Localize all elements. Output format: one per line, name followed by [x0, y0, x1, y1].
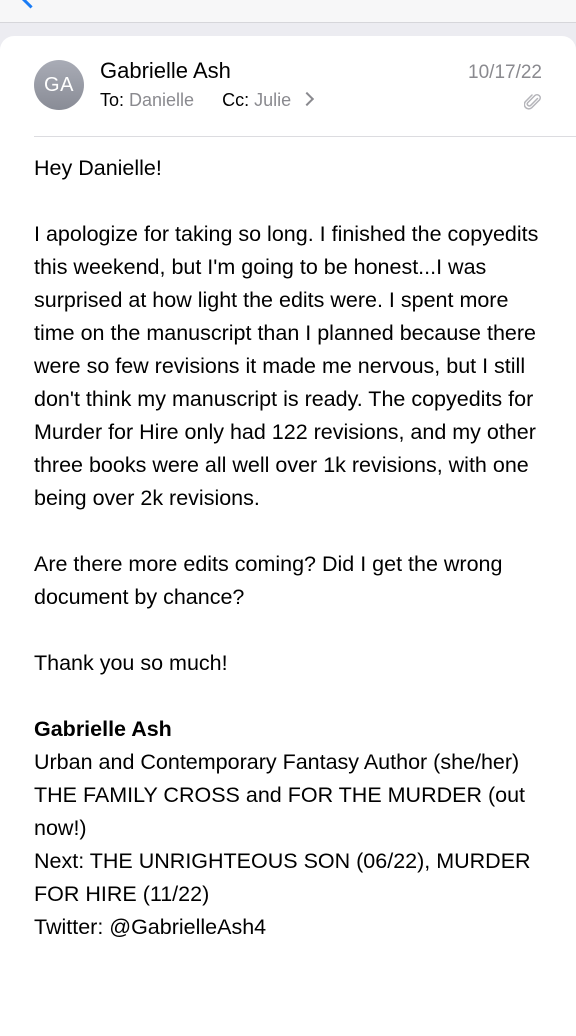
signature-next: Next: THE UNRIGHTEOUS SON (06/22), MURDE…: [34, 849, 531, 906]
signature-name: Gabrielle Ash: [34, 717, 172, 741]
signature-twitter[interactable]: Twitter: @GabrielleAsh4: [34, 911, 550, 944]
recipients-row[interactable]: To: Danielle Cc: Julie: [100, 90, 315, 111]
to-label: To:: [100, 90, 125, 110]
body-paragraph: I apologize for taking so long. I finish…: [34, 222, 539, 510]
body-paragraph: Are there more edits coming? Did I get t…: [34, 552, 503, 609]
sender-name[interactable]: Gabrielle Ash: [100, 58, 231, 84]
avatar[interactable]: GA: [34, 60, 84, 110]
closing-line: Thank you so much!: [34, 651, 228, 675]
signature-books: THE FAMILY CROSS and FOR THE MURDER (out…: [34, 783, 526, 840]
greeting: Hey Danielle!: [34, 156, 162, 180]
signature-title: Urban and Contemporary Fantasy Author (s…: [34, 750, 520, 774]
message-body: Hey Danielle! I apologize for taking so …: [34, 152, 550, 944]
to-recipient[interactable]: Danielle: [129, 90, 194, 110]
signature-block: Gabrielle Ash Urban and Contemporary Fan…: [34, 713, 550, 944]
cc-label: Cc:: [222, 90, 250, 110]
chevron-right-icon[interactable]: [300, 91, 315, 107]
header-divider: [34, 136, 576, 137]
back-chevron-icon[interactable]: [18, 0, 43, 9]
message-date: 10/17/22: [468, 62, 542, 83]
cc-recipient[interactable]: Julie: [254, 90, 291, 110]
message-card: GA Gabrielle Ash To: Danielle Cc: Julie …: [0, 36, 576, 1036]
top-navigation-bar: [0, 0, 576, 23]
paperclip-icon: [524, 93, 541, 110]
